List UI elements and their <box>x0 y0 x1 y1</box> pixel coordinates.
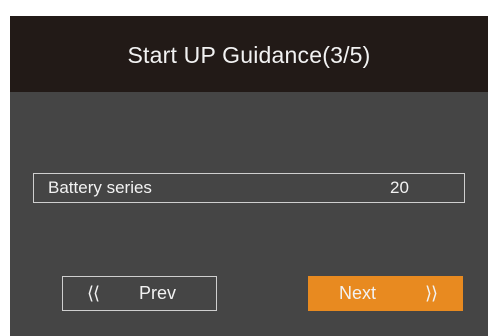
battery-series-label: Battery series <box>48 178 152 197</box>
double-chevron-left-icon: ⟨⟨ <box>87 283 100 303</box>
guidance-screen: Start UP Guidance(3/5) Battery series 20… <box>10 16 488 336</box>
next-button-label: Next <box>339 283 377 303</box>
prev-button-label: Prev <box>139 283 177 303</box>
battery-series-field[interactable]: Battery series 20 <box>33 173 465 203</box>
header-bar: Start UP Guidance(3/5) <box>10 16 488 92</box>
next-button[interactable]: Next ⟩⟩ <box>308 276 463 311</box>
prev-button[interactable]: ⟨⟨ Prev <box>62 276 217 311</box>
page-title: Start UP Guidance(3/5) <box>127 41 371 68</box>
double-chevron-right-icon: ⟩⟩ <box>425 283 438 303</box>
battery-series-value[interactable]: 20 <box>390 178 409 198</box>
